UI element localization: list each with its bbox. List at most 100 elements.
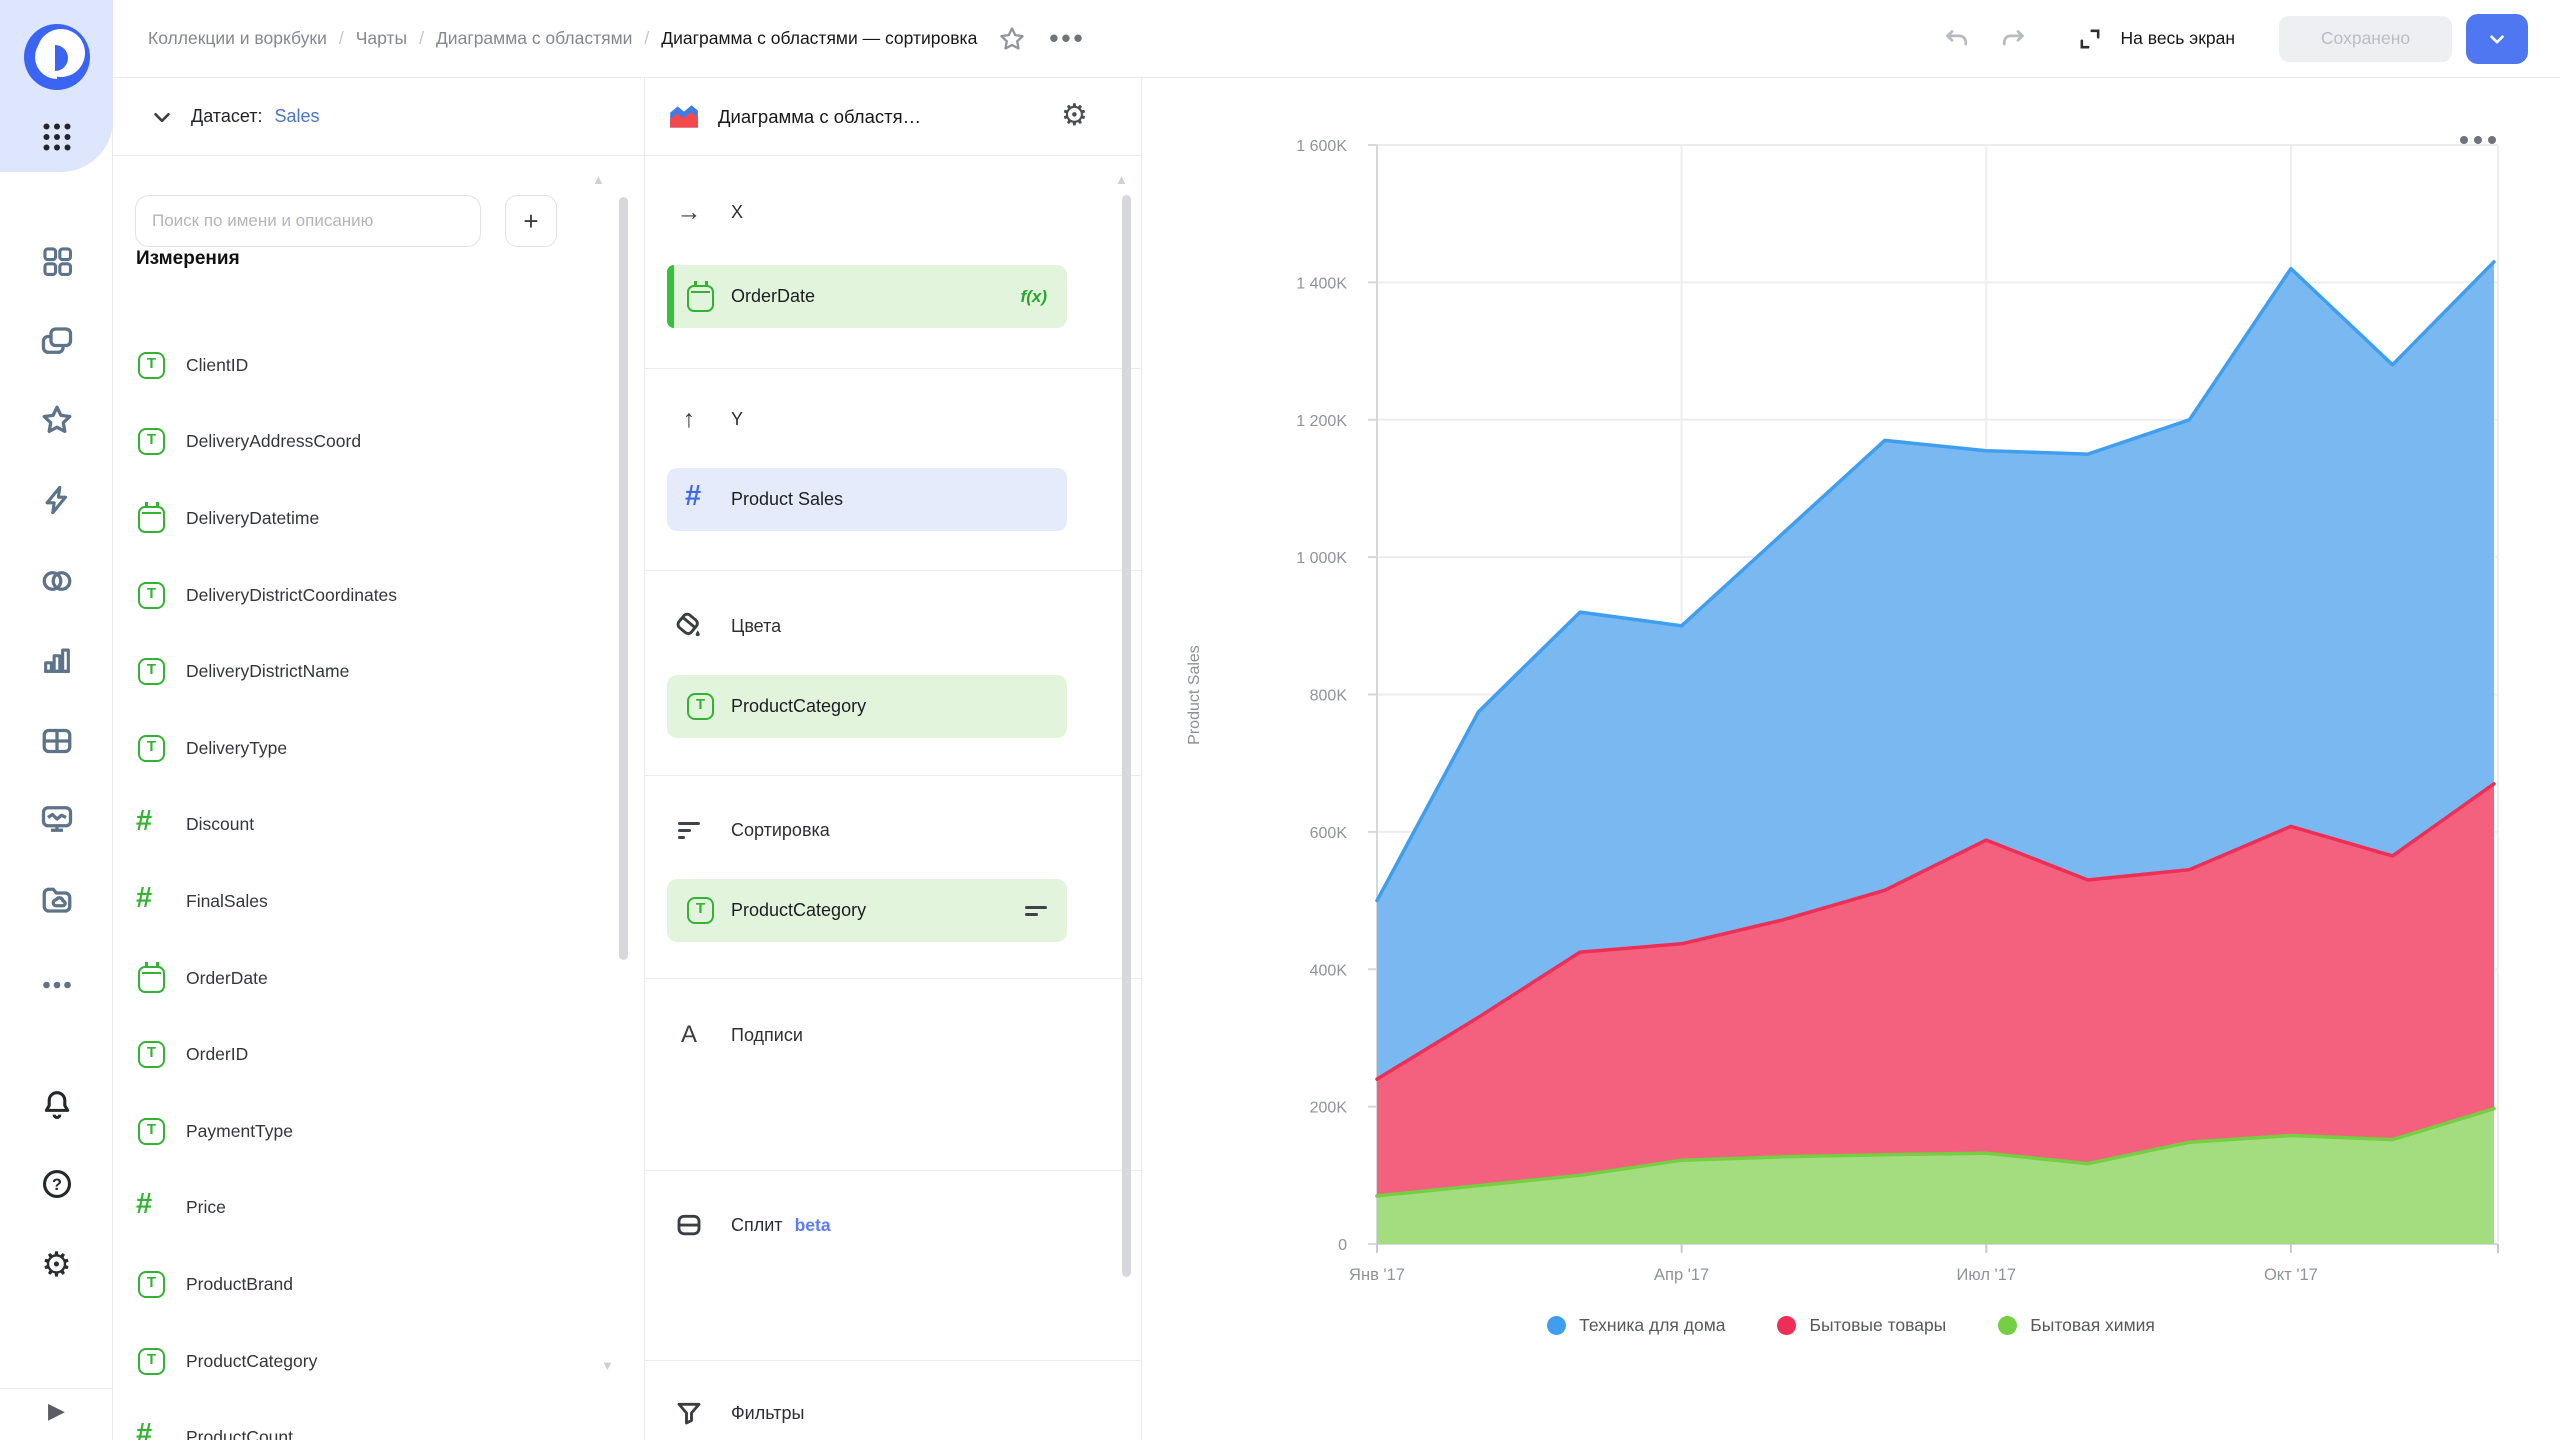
sidebar-item-tables[interactable] bbox=[0, 723, 113, 759]
field-list: ClientIDDeliveryAddressCoord DeliveryDate… bbox=[113, 327, 593, 1440]
dataset-header[interactable]: Датасет: Sales bbox=[113, 78, 644, 156]
breadcrumb-separator: / bbox=[339, 28, 344, 49]
paint-bucket-icon bbox=[673, 611, 705, 641]
more-actions-button[interactable]: ••• bbox=[1049, 23, 1085, 54]
play-icon: ▶ bbox=[48, 1398, 65, 1424]
field-item-clientid[interactable]: ClientID bbox=[113, 327, 593, 404]
top-bar: Коллекции и воркбуки/Чарты/Диаграмма с о… bbox=[113, 0, 2560, 78]
date-field-icon bbox=[138, 506, 165, 533]
field-item-productcategory[interactable]: ProductCategory bbox=[113, 1323, 593, 1400]
field-item-productcount[interactable]: ProductCount bbox=[113, 1399, 593, 1440]
legend-label: Бытовые товары bbox=[1809, 1315, 1946, 1336]
field-name: DeliveryDatetime bbox=[186, 508, 319, 529]
datalens-logo[interactable] bbox=[0, 21, 113, 93]
scroll-up-hint-icon: ▲ bbox=[592, 172, 605, 187]
sidebar-item-dashboards[interactable] bbox=[0, 244, 113, 278]
breadcrumb-item[interactable]: Коллекции и воркбуки bbox=[148, 28, 327, 49]
redo-icon bbox=[1998, 24, 2028, 54]
breadcrumb-item[interactable]: Чарты bbox=[356, 28, 407, 49]
colors-field-pill-productcategory[interactable]: ProductCategory bbox=[667, 675, 1067, 738]
help-button[interactable]: ? bbox=[0, 1167, 113, 1201]
field-item-orderdate[interactable]: OrderDate bbox=[113, 940, 593, 1017]
sidebar-item-quick-actions[interactable] bbox=[0, 483, 113, 517]
undo-button[interactable] bbox=[1942, 24, 1972, 54]
section-labels-label: Подписи bbox=[731, 1025, 803, 1046]
field-item-deliverydistrictname[interactable]: DeliveryDistrictName bbox=[113, 633, 593, 710]
section-colors: Цвета bbox=[645, 611, 1141, 641]
field-item-finalsales[interactable]: FinalSales bbox=[113, 863, 593, 940]
field-item-deliveryaddresscoord[interactable]: DeliveryAddressCoord bbox=[113, 404, 593, 481]
field-item-deliverydatetime[interactable]: DeliveryDatetime bbox=[113, 480, 593, 557]
y-tick-label: 0 bbox=[1338, 1237, 1347, 1254]
venn-circles-icon bbox=[39, 563, 75, 599]
field-item-deliverydistrictcoordinates[interactable]: DeliveryDistrictCoordinates bbox=[113, 557, 593, 634]
table-icon bbox=[39, 723, 75, 759]
chart-menu-button[interactable] bbox=[2460, 136, 2496, 144]
sidebar-item-storage[interactable] bbox=[0, 881, 113, 917]
sidebar-item-more[interactable] bbox=[0, 967, 113, 1003]
section-colors-label: Цвета bbox=[731, 616, 781, 637]
save-menu-button[interactable] bbox=[2466, 14, 2528, 64]
chart-settings-button[interactable]: ⚙ bbox=[1061, 98, 1088, 133]
sidebar-item-monitoring[interactable] bbox=[0, 801, 113, 837]
legend-dot-icon bbox=[1547, 1316, 1566, 1335]
text-field-icon bbox=[138, 1118, 165, 1145]
breadcrumb-current: Диаграмма с областями — сортировка bbox=[661, 28, 977, 49]
field-search-input[interactable] bbox=[135, 195, 481, 247]
beta-badge: beta bbox=[795, 1215, 831, 1236]
field-item-orderid[interactable]: OrderID bbox=[113, 1016, 593, 1093]
section-divider bbox=[645, 1170, 1141, 1171]
legend-item[interactable]: Техника для дома bbox=[1547, 1315, 1725, 1336]
formula-fx-button[interactable]: f(x) bbox=[1021, 287, 1047, 307]
field-item-deliverytype[interactable]: DeliveryType bbox=[113, 710, 593, 787]
visualization-title: Диаграмма с областя… bbox=[718, 106, 1018, 128]
sidebar-item-charts[interactable] bbox=[0, 643, 113, 677]
pill-field-name: ProductCategory bbox=[731, 696, 866, 717]
star-icon bbox=[997, 24, 1027, 54]
fullscreen-label: На весь экран bbox=[2120, 28, 2235, 49]
visualization-header[interactable]: Диаграмма с областя… ⚙ bbox=[645, 78, 1141, 156]
dataset-panel: Датасет: Sales + ▲ Измерения ClientIDDel… bbox=[113, 78, 645, 1440]
add-field-button[interactable]: + bbox=[505, 195, 557, 247]
stacked-area-chart[interactable]: 0200K400K600K800K1 000K1 200K1 400K1 600… bbox=[1142, 78, 2560, 1440]
number-field-icon bbox=[138, 888, 165, 915]
datalens-chart-editor: ? ⚙ ▶ Коллекции и воркбуки/Чарты/Диаграм… bbox=[0, 0, 2560, 1440]
field-item-productbrand[interactable]: ProductBrand bbox=[113, 1246, 593, 1323]
sort-field-pill-productcategory[interactable]: ProductCategory bbox=[667, 879, 1067, 942]
legend-item[interactable]: Бытовые товары bbox=[1777, 1315, 1946, 1336]
notifications-button[interactable] bbox=[0, 1087, 113, 1121]
viz-scrollbar[interactable] bbox=[1122, 195, 1131, 1277]
field-name: DeliveryType bbox=[186, 738, 287, 759]
sidebar-item-collections[interactable] bbox=[0, 323, 113, 359]
letter-a-icon: А bbox=[673, 1021, 705, 1049]
y-tick-label: 400K bbox=[1310, 962, 1348, 979]
dataset-name-link[interactable]: Sales bbox=[275, 106, 320, 127]
expand-rail-button[interactable]: ▶ bbox=[0, 1398, 113, 1424]
apps-grid-icon[interactable] bbox=[0, 119, 113, 155]
field-name: OrderID bbox=[186, 1044, 248, 1065]
field-item-discount[interactable]: Discount bbox=[113, 787, 593, 864]
section-divider bbox=[645, 1360, 1141, 1361]
chart-legend: Техника для дома Бытовые товары Бытовая хи… bbox=[1142, 1315, 2560, 1336]
collections-icon bbox=[39, 323, 75, 359]
text-field-icon bbox=[687, 693, 714, 720]
y-field-pill-product-sales[interactable]: Product Sales bbox=[667, 468, 1067, 531]
sort-direction-button[interactable] bbox=[1025, 902, 1047, 920]
fullscreen-button[interactable]: На весь экран bbox=[2076, 25, 2235, 53]
y-tick-label: 800K bbox=[1310, 688, 1348, 705]
y-tick-label: 1 000K bbox=[1296, 550, 1347, 567]
breadcrumb-item[interactable]: Диаграмма с областями bbox=[436, 28, 632, 49]
x-field-pill-orderdate[interactable]: OrderDate f(x) bbox=[667, 265, 1067, 328]
sidebar-item-favorites[interactable] bbox=[0, 402, 113, 438]
favorite-star-button[interactable] bbox=[997, 24, 1027, 54]
settings-button[interactable]: ⚙ bbox=[0, 1245, 113, 1285]
saved-button[interactable]: Сохранено bbox=[2279, 16, 2452, 62]
section-filters: Фильтры bbox=[645, 1398, 1141, 1428]
redo-button[interactable] bbox=[1998, 24, 2028, 54]
section-labels: А Подписи bbox=[645, 1021, 1141, 1049]
field-item-paymenttype[interactable]: PaymentType bbox=[113, 1093, 593, 1170]
field-item-price[interactable]: Price bbox=[113, 1170, 593, 1247]
sidebar-item-relations[interactable] bbox=[0, 563, 113, 599]
legend-item[interactable]: Бытовая химия bbox=[1998, 1315, 2155, 1336]
dataset-scrollbar[interactable] bbox=[619, 197, 628, 960]
